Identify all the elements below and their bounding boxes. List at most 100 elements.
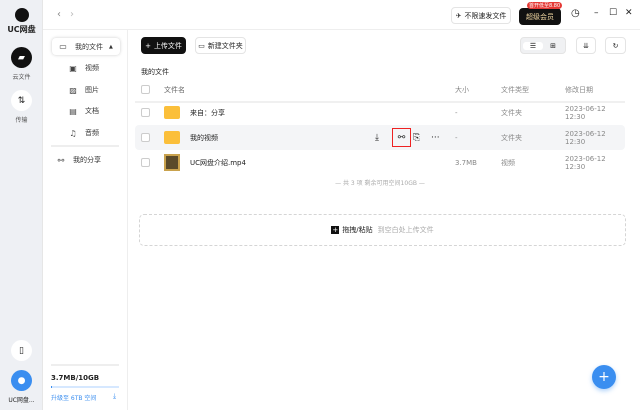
app-rail: UC网盘 ▰ 云文件 ⇅ 传输 ▯ ● UC网盘...	[0, 0, 43, 410]
table-row[interactable]: UC网盘介绍.mp4 3.7MB 视频 2023-06-12 12:30	[135, 150, 625, 175]
share-icon: ⚯	[57, 155, 65, 165]
top-bar: ‹ › ✈ 不限速发文件 超级会员 首开低至8.80 ◷ – ☐ ✕	[43, 0, 640, 30]
row-checkbox[interactable]	[141, 133, 150, 142]
folder-icon	[164, 106, 180, 119]
share-icon[interactable]: ⚯	[392, 128, 411, 147]
storage-bar-fill	[51, 386, 52, 388]
cloud-files-label: 云文件	[12, 74, 31, 81]
speed-send-button[interactable]: ✈ 不限速发文件	[451, 7, 511, 24]
upgrade-link[interactable]: 升级至 6TB 空间	[51, 393, 96, 402]
refresh-button[interactable]: ↻	[605, 37, 626, 54]
storage-bar	[51, 386, 119, 388]
clock-icon[interactable]: ◷	[571, 8, 580, 19]
drop-hint: 到空白处上传文件	[377, 226, 434, 234]
logo-text: UC网盘	[7, 25, 36, 34]
minimize-icon[interactable]: –	[594, 8, 599, 18]
sidebar-item-label: 我的分享	[73, 156, 101, 164]
sidebar-item-label: 我的文件	[75, 42, 103, 51]
new-folder-label: 新建文件夹	[207, 41, 243, 50]
drop-label: 拖拽/粘贴	[342, 226, 373, 234]
download-icon[interactable]: ⤓	[113, 392, 116, 401]
plus-icon: +	[331, 226, 340, 234]
row-checkbox[interactable]	[141, 108, 150, 117]
cloud-files-button[interactable]: ▰	[11, 47, 32, 68]
caret-up-icon: ▲	[109, 43, 113, 50]
sidebar-item-label: 视频	[85, 64, 99, 72]
list-view-icon[interactable]: ☰	[523, 41, 543, 50]
headphones-icon: ♫	[69, 128, 77, 138]
video-icon: ▣	[69, 63, 77, 73]
folder-icon	[164, 131, 180, 144]
file-name[interactable]: UC网盘介绍.mp4	[190, 158, 246, 168]
folder-icon: ▭	[59, 42, 67, 51]
user-icon: ●	[17, 375, 26, 386]
folder-icon: ▰	[18, 52, 25, 63]
file-date: 2023-06-12 12:30	[565, 104, 606, 121]
sidebar-item-label: 图片	[85, 86, 99, 94]
view-toggle: ☰ ⊞	[520, 37, 566, 54]
sidebar-item-label: 音频	[85, 129, 99, 137]
file-date: 2023-06-12 12:30	[565, 129, 606, 146]
new-folder-button[interactable]: ▭ 新建文件夹	[195, 37, 246, 54]
divider	[51, 145, 119, 147]
transfer-button[interactable]: ⇅	[11, 90, 32, 111]
floating-add-button[interactable]: +	[592, 365, 616, 389]
file-size: -	[455, 108, 458, 117]
document-icon: ▤	[69, 106, 77, 116]
phone-icon: ▯	[19, 345, 24, 356]
close-icon[interactable]: ✕	[625, 8, 633, 18]
select-all-checkbox[interactable]	[141, 85, 150, 94]
column-size: 大小	[455, 85, 469, 94]
grid-view-icon[interactable]: ⊞	[543, 42, 563, 50]
back-icon[interactable]: ‹	[57, 9, 61, 20]
divider	[51, 364, 119, 366]
more-icon[interactable]: ···	[431, 133, 440, 143]
image-icon: ▨	[69, 85, 77, 95]
column-date[interactable]: 修改日期	[565, 85, 593, 95]
file-size: 3.7MB	[455, 158, 477, 167]
download-icon[interactable]: ⤓	[375, 133, 379, 143]
folder-icon: ▭	[198, 41, 205, 50]
file-type: 文件夹	[501, 108, 522, 117]
avatar[interactable]: ●	[11, 370, 32, 391]
sort-icon: ⇊	[583, 41, 589, 50]
file-name[interactable]: 来自：分享	[190, 108, 225, 118]
sort-button[interactable]: ⇊	[576, 37, 596, 54]
vip-label: 超级会员	[526, 12, 554, 21]
maximize-icon[interactable]: ☐	[609, 8, 617, 18]
video-thumbnail	[164, 154, 180, 171]
plus-icon: +	[598, 369, 610, 385]
upload-label: 上传文件	[153, 41, 182, 50]
transfer-label: 传输	[15, 117, 28, 124]
file-type: 文件夹	[501, 133, 522, 142]
drop-zone[interactable]: + 拖拽/粘贴 到空白处上传文件	[139, 214, 626, 246]
upload-button[interactable]: + 上传文件	[141, 37, 186, 54]
file-type: 视频	[501, 158, 515, 167]
mobile-button[interactable]: ▯	[11, 340, 32, 361]
row-checkbox[interactable]	[141, 158, 150, 167]
user-name: UC网盘...	[8, 397, 35, 404]
vip-badge: 首开低至8.80	[527, 2, 563, 9]
forward-icon[interactable]: ›	[70, 9, 74, 20]
vip-button[interactable]: 超级会员	[519, 8, 561, 25]
breadcrumb: 我的文件	[141, 68, 169, 76]
app-logo: UC网盘	[6, 8, 37, 35]
plus-icon: +	[145, 41, 151, 50]
file-name[interactable]: 我的视频	[190, 133, 218, 143]
column-name: 文件名	[164, 85, 185, 94]
file-size: -	[455, 133, 458, 142]
sidebar-item-my-files[interactable]: ▭ 我的文件 ▲	[52, 38, 120, 55]
sidebar-item-label: 文档	[85, 107, 99, 115]
file-date: 2023-06-12 12:30	[565, 154, 606, 171]
table-row[interactable]: 我的视频 ⤓ ⚯ ⎘ ··· - 文件夹 2023-06-12 12:30	[135, 125, 625, 150]
move-icon[interactable]: ⎘	[413, 133, 420, 143]
sidebar: ▭ 我的文件 ▲ ▣ 视频 ▨ 图片 ▤ 文档 ♫ 音频 ⚯ 我的分享 3.7MB/10GB …	[43, 30, 128, 410]
table-row[interactable]: 来自：分享 - 文件夹 2023-06-12 12:30	[135, 100, 625, 125]
refresh-icon: ↻	[612, 41, 619, 50]
send-icon: ✈	[455, 11, 462, 20]
summary-text: — 共 3 项 剩余可用空间10GB —	[335, 180, 425, 187]
storage-usage: 3.7MB/10GB	[51, 374, 100, 382]
transfer-icon: ⇅	[17, 95, 26, 106]
column-type: 文件类型	[501, 85, 529, 94]
speed-send-label: 不限速发文件	[464, 11, 507, 20]
